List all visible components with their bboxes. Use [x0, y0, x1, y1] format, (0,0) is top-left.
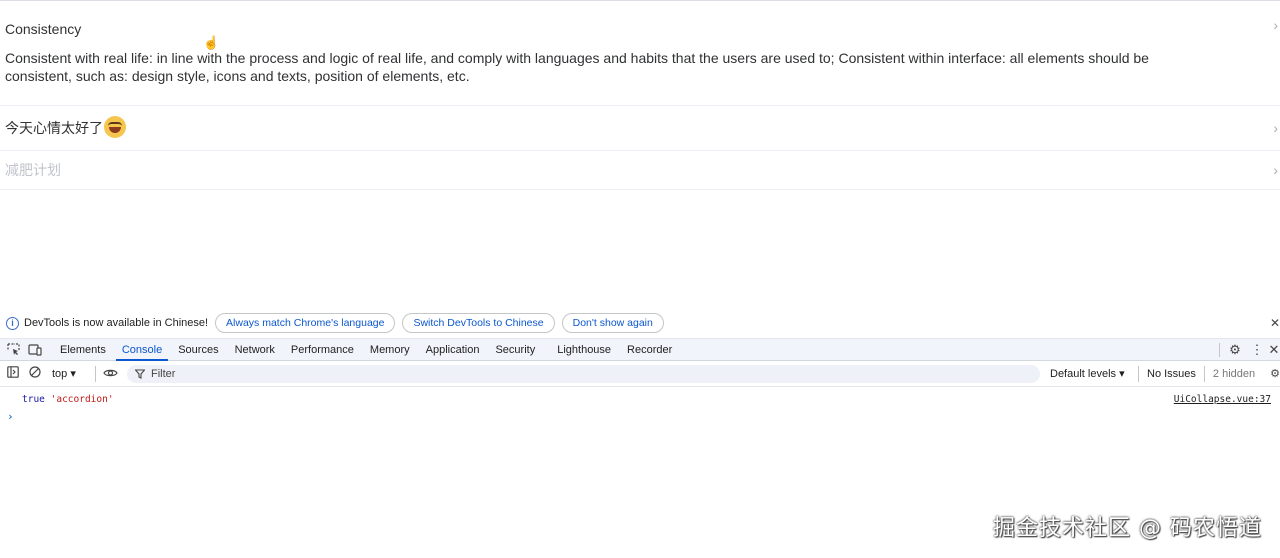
console-settings-icon[interactable]: ⚙: [1270, 367, 1280, 380]
tab-lighthouse[interactable]: Lighthouse: [549, 339, 619, 360]
console-toolbar: top ▾ Filter Default levels ▾ No Issues …: [0, 361, 1280, 387]
tab-memory[interactable]: Memory: [362, 339, 418, 360]
issues-counter[interactable]: No Issues: [1138, 365, 1205, 382]
inspect-element-icon[interactable]: [2, 339, 24, 360]
infobar-message: DevTools is now available in Chinese!: [24, 317, 209, 329]
close-devtools-icon[interactable]: ✕: [1268, 342, 1280, 358]
switch-to-chinese-button[interactable]: Switch DevTools to Chinese: [402, 313, 555, 333]
gear-icon[interactable]: ⚙: [1224, 342, 1246, 358]
collapse: Consistency › Consistent with real life:…: [0, 1, 1280, 190]
divider: [95, 365, 96, 382]
laughing-emoji-icon: [104, 116, 126, 138]
hidden-messages-count: 2 hidden: [1212, 367, 1256, 380]
tab-performance[interactable]: Performance: [283, 339, 362, 360]
console-log-entry: true 'accordion': [22, 394, 114, 405]
console-filter-input[interactable]: Filter: [127, 364, 1040, 383]
always-match-language-button[interactable]: Always match Chrome's language: [215, 313, 396, 333]
chevron-right-icon: ›: [1273, 17, 1278, 33]
collapse-item-mood: 今天心情太好了 ›: [0, 106, 1280, 151]
filter-placeholder: Filter: [151, 367, 176, 380]
collapse-header-mood[interactable]: 今天心情太好了 ›: [0, 106, 1280, 150]
log-string: 'accordion': [50, 394, 114, 405]
console-prompt-icon[interactable]: ›: [7, 410, 14, 423]
devtools-panel: i DevTools is now available in Chinese! …: [0, 308, 1280, 558]
dont-show-again-button[interactable]: Don't show again: [561, 313, 664, 333]
collapse-title: 减肥计划: [5, 162, 61, 178]
sidebar-toggle-icon[interactable]: [2, 366, 24, 381]
tab-application[interactable]: Application: [418, 339, 488, 360]
close-icon[interactable]: ✕: [1270, 316, 1280, 330]
tab-console[interactable]: Console: [114, 339, 170, 361]
log-source-link[interactable]: UiCollapse.vue:37: [1174, 394, 1271, 405]
log-levels-select[interactable]: Default levels ▾: [1050, 367, 1138, 380]
language-infobar: i DevTools is now available in Chinese! …: [0, 308, 1280, 338]
hand-cursor-icon: ☝: [203, 35, 220, 50]
collapse-header-diet-plan: 减肥计划 ›: [0, 151, 1280, 189]
devtools-tabbar: Elements Console Sources Network Perform…: [0, 338, 1280, 361]
more-options-icon[interactable]: ⋮: [1246, 342, 1268, 358]
tab-elements[interactable]: Elements: [52, 339, 114, 360]
device-toolbar-icon[interactable]: [24, 339, 46, 360]
collapse-title: Consistency: [5, 21, 82, 37]
tab-security[interactable]: Security: [487, 339, 543, 360]
execution-context-select[interactable]: top ▾: [52, 367, 92, 380]
tab-recorder[interactable]: Recorder: [619, 339, 680, 360]
chevron-right-icon: ›: [1273, 162, 1278, 178]
devtools-tabbar-actions: ⚙ ⋮ ✕: [1215, 339, 1280, 361]
tab-sources[interactable]: Sources: [170, 339, 226, 360]
clear-console-icon[interactable]: [24, 366, 46, 381]
filter-icon: [135, 368, 145, 379]
collapse-content: Consistent with real life: in line with …: [5, 50, 1149, 84]
chevron-right-icon: ›: [1273, 120, 1278, 136]
watermark: 掘金技术社区 @ 码农悟道: [993, 516, 1262, 541]
tab-network[interactable]: Network: [227, 339, 283, 360]
info-icon: i: [6, 316, 19, 330]
collapse-title: 今天心情太好了: [5, 120, 103, 136]
eye-icon[interactable]: [99, 367, 121, 381]
page-content: Consistency › Consistent with real life:…: [0, 0, 1280, 308]
log-boolean: true: [22, 394, 45, 405]
divider: [1219, 343, 1220, 357]
collapse-header-consistency[interactable]: Consistency ›: [0, 1, 1280, 49]
collapse-item-consistency: Consistency › Consistent with real life:…: [0, 1, 1280, 106]
collapse-item-diet-plan: 减肥计划 ›: [0, 151, 1280, 190]
